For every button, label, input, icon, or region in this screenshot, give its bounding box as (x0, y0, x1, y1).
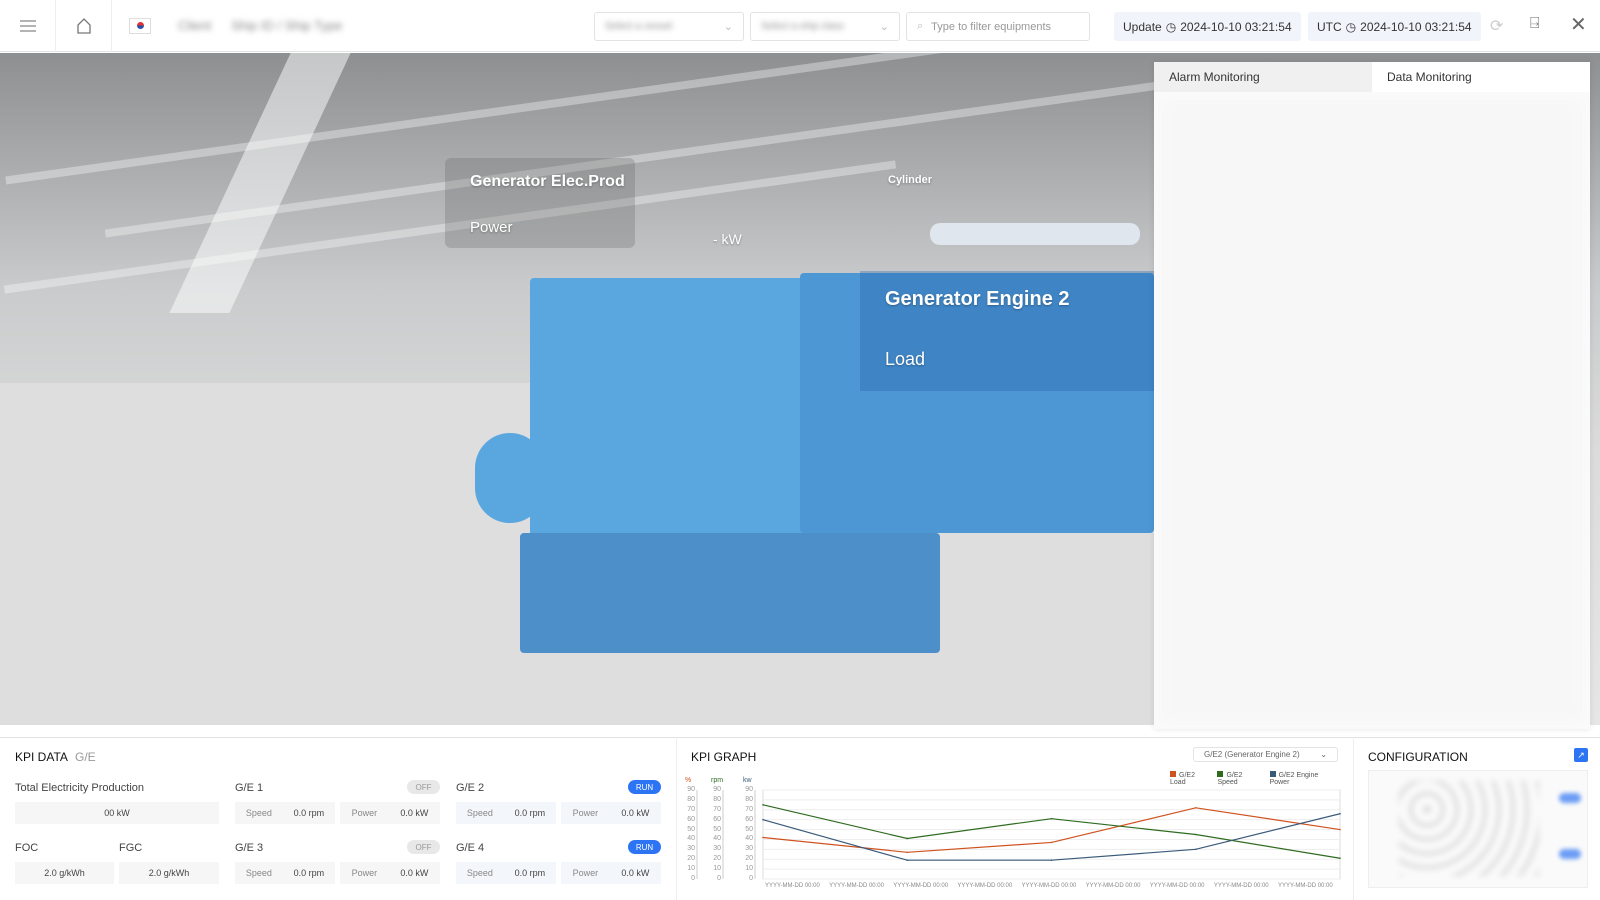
x-tick-label: YYYY-MM-DD 00:00 (765, 883, 820, 889)
y-tick-label: 60 (687, 815, 695, 823)
y-tick-label: 90 (713, 786, 721, 793)
y-tick-label: 40 (745, 835, 753, 843)
y-tick-label: 30 (713, 845, 721, 853)
x-tick-label: YYYY-MM-DD 00:00 (957, 883, 1013, 889)
data-point (1339, 828, 1341, 831)
y-tick-label: 50 (687, 825, 695, 833)
x-tick-label: YYYY-MM-DD 00:00 (1213, 883, 1269, 889)
y-tick-label: 80 (713, 795, 721, 803)
y-tick-label: 70 (713, 805, 721, 813)
x-tick-label: YYYY-MM-DD 00:00 (1277, 883, 1333, 889)
data-point (906, 837, 909, 840)
data-point (1050, 841, 1053, 844)
y-tick-label: 0 (691, 875, 695, 882)
data-point (1339, 857, 1341, 860)
y-tick-label: 0 (717, 875, 721, 882)
y-tick-label: 20 (745, 855, 753, 863)
x-tick-label: YYYY-MM-DD 00:00 (1021, 883, 1077, 889)
y-tick-label: 10 (713, 865, 721, 873)
y-tick-label: 70 (745, 805, 753, 813)
y-tick-label: 90 (745, 786, 753, 793)
y-tick-label: 10 (687, 865, 695, 873)
y-tick-label: 90 (687, 786, 695, 793)
data-point (906, 859, 909, 862)
y-tick-label: 70 (687, 805, 695, 813)
y-tick-label: 60 (745, 815, 753, 823)
configuration-diagram[interactable] (1368, 770, 1588, 888)
x-tick-label: YYYY-MM-DD 00:00 (893, 883, 949, 889)
y-tick-label: 80 (687, 795, 695, 803)
series-line (762, 804, 1341, 859)
data-point (762, 836, 764, 839)
data-point (1194, 848, 1197, 851)
x-tick-label: YYYY-MM-DD 00:00 (1085, 883, 1141, 889)
y-tick-label: 40 (713, 835, 721, 843)
y-tick-label: 20 (713, 855, 721, 863)
y-tick-label: 50 (713, 825, 721, 833)
y-tick-label: 0 (749, 875, 753, 882)
data-point (906, 851, 909, 854)
y-tick-label: 30 (745, 845, 753, 853)
data-point (1194, 833, 1197, 836)
y-tick-label: 80 (745, 795, 753, 803)
y-tick-label: 10 (745, 865, 753, 873)
series-line (762, 813, 1341, 861)
data-point (1050, 859, 1053, 862)
data-point (1050, 817, 1053, 820)
y-tick-label: 50 (745, 825, 753, 833)
x-tick-label: YYYY-MM-DD 00:00 (1149, 883, 1205, 889)
data-point (1194, 807, 1197, 809)
y-tick-label: 30 (687, 845, 695, 853)
y-tick-label: 40 (687, 835, 695, 843)
data-point (762, 818, 764, 821)
external-link-icon[interactable]: ↗ (1574, 748, 1588, 762)
configuration-title: CONFIGURATION (1368, 750, 1468, 764)
kpi-line-chart (696, 789, 1341, 880)
y-tick-label: 60 (713, 815, 721, 823)
data-point (1339, 812, 1341, 815)
x-tick-label: YYYY-MM-DD 00:00 (829, 883, 884, 889)
y-tick-label: 20 (687, 855, 695, 863)
data-point (762, 804, 764, 806)
